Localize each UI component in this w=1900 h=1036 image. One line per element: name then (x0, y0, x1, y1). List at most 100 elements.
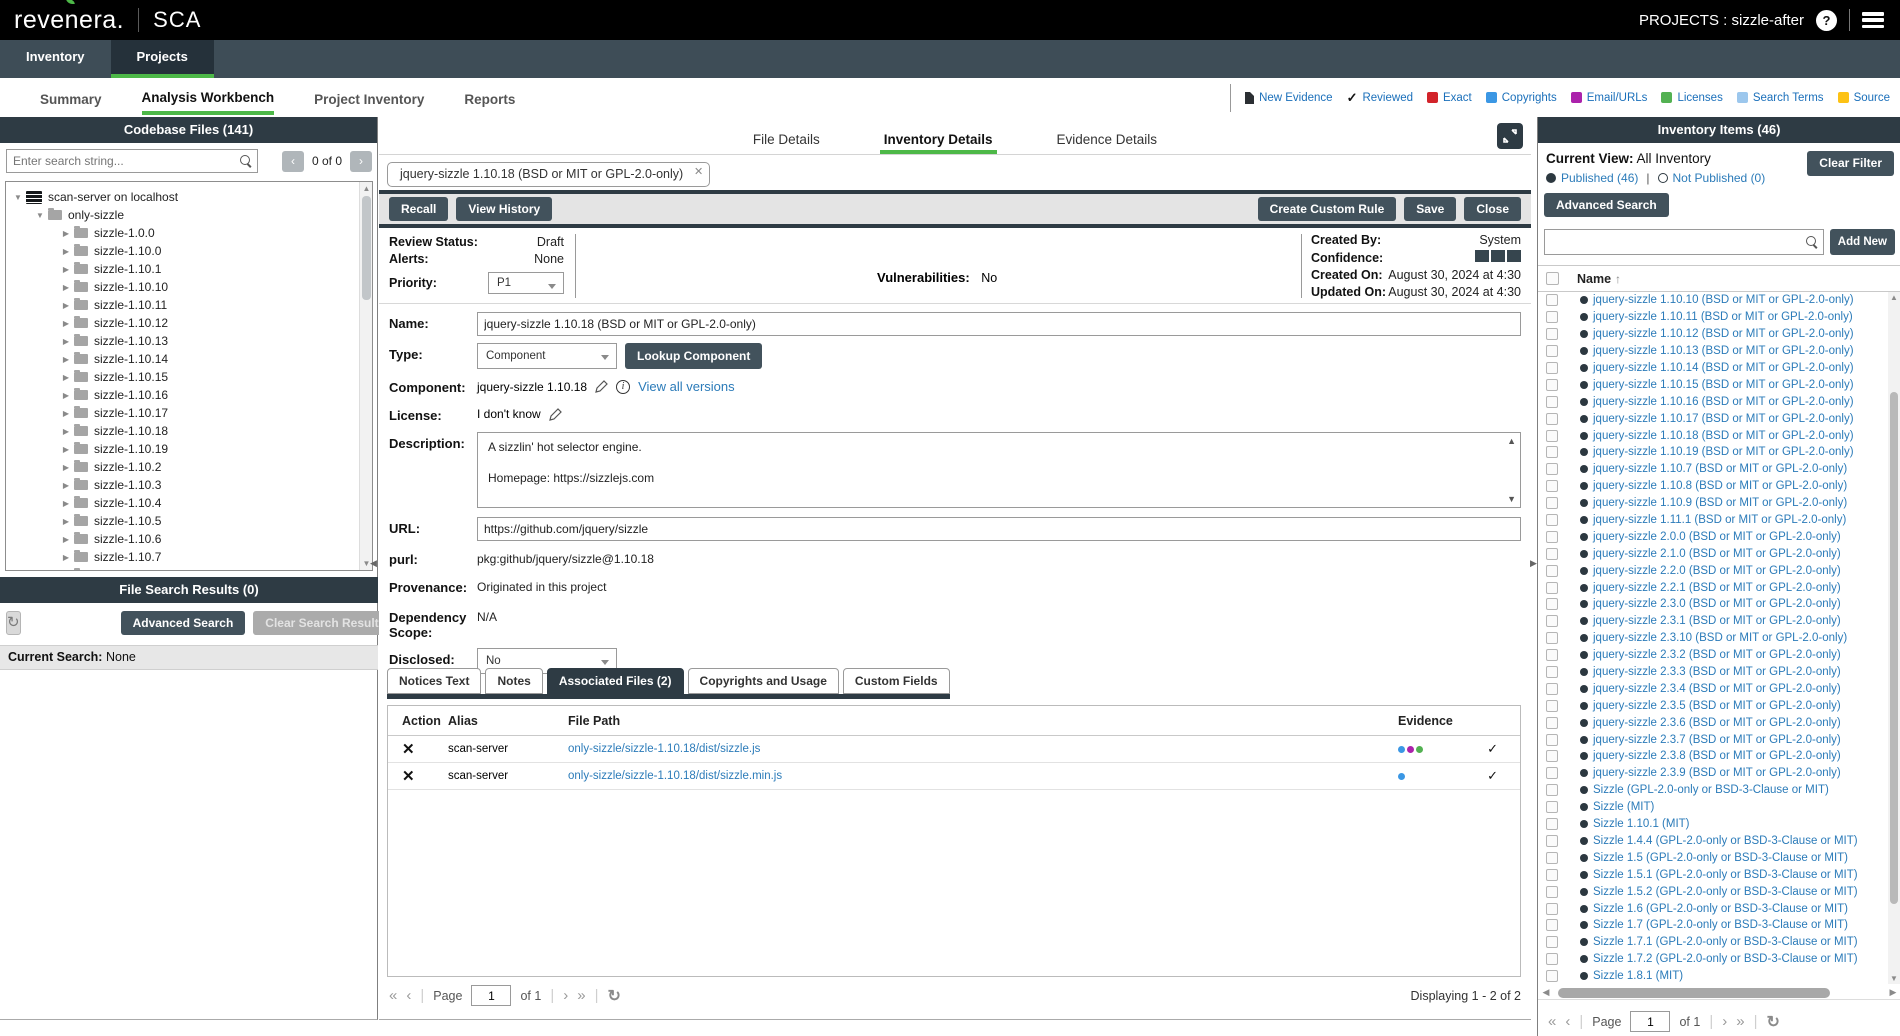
inventory-item-link[interactable]: jquery-sizzle 1.10.11 (BSD or MIT or GPL… (1593, 311, 1853, 323)
tab-project-inventory[interactable]: Project Inventory (314, 83, 424, 113)
scroll-up-icon[interactable]: ▲ (360, 184, 373, 193)
inventory-item-chip[interactable]: jquery-sizzle 1.10.18 (BSD or MIT or GPL… (387, 162, 710, 187)
last-page-icon[interactable]: » (577, 988, 585, 1003)
item-checkbox[interactable] (1546, 362, 1558, 374)
inventory-item-link[interactable]: jquery-sizzle 2.3.0 (BSD or MIT or GPL-2… (1593, 598, 1841, 610)
save-button[interactable]: Save (1404, 197, 1456, 221)
not-published-filter-link[interactable]: Not Published (0) (1673, 171, 1766, 185)
prev-match-button[interactable]: ‹ (282, 151, 304, 172)
select-all-checkbox[interactable] (1546, 272, 1559, 285)
tree-node-folder[interactable]: ▶ sizzle-1.10.14 (12, 350, 370, 368)
expand-arrow-icon[interactable]: ▶ (60, 535, 72, 544)
inventory-item-link[interactable]: Sizzle 1.6 (GPL-2.0-only or BSD-3-Clause… (1593, 903, 1848, 915)
close-button[interactable]: Close (1464, 197, 1521, 221)
item-checkbox[interactable] (1546, 582, 1558, 594)
item-checkbox[interactable] (1546, 497, 1558, 509)
inventory-item-link[interactable]: jquery-sizzle 2.3.10 (BSD or MIT or GPL-… (1593, 632, 1847, 644)
edit-component-icon[interactable] (595, 380, 608, 393)
expand-arrow-icon[interactable]: ▶ (60, 319, 72, 328)
inventory-item-link[interactable]: Sizzle 1.8.1 (MIT) (1593, 970, 1683, 982)
expand-icon[interactable] (1497, 123, 1523, 149)
item-checkbox[interactable] (1546, 531, 1558, 543)
tab-analysis-workbench[interactable]: Analysis Workbench (142, 81, 275, 115)
item-checkbox[interactable] (1546, 311, 1558, 323)
inventory-list-item[interactable]: jquery-sizzle 2.3.9 (BSD or MIT or GPL-2… (1538, 765, 1900, 782)
inventory-list-item[interactable]: jquery-sizzle 2.1.0 (BSD or MIT or GPL-2… (1538, 545, 1900, 562)
view-all-versions-link[interactable]: View all versions (638, 379, 735, 394)
item-checkbox[interactable] (1546, 379, 1558, 391)
item-checkbox[interactable] (1546, 852, 1558, 864)
inventory-item-link[interactable]: Sizzle 1.7 (GPL-2.0-only or BSD-3-Clause… (1593, 919, 1848, 931)
item-checkbox[interactable] (1546, 649, 1558, 661)
clear-filter-button[interactable]: Clear Filter (1807, 151, 1894, 176)
inventory-item-link[interactable]: jquery-sizzle 1.10.15 (BSD or MIT or GPL… (1593, 379, 1854, 391)
item-checkbox[interactable] (1546, 700, 1558, 712)
item-checkbox[interactable] (1546, 345, 1558, 357)
tab-file-details[interactable]: File Details (749, 123, 824, 154)
scrollbar-thumb[interactable] (362, 196, 371, 300)
inventory-item-link[interactable]: jquery-sizzle 1.10.8 (BSD or MIT or GPL-… (1593, 480, 1847, 492)
prev-page-icon[interactable]: ‹ (1565, 1014, 1570, 1029)
inventory-list-item[interactable]: Sizzle 1.5.1 (GPL-2.0-only or BSD-3-Clau… (1538, 866, 1900, 883)
inventory-hscrollbar[interactable]: ◀ ▶ (1538, 986, 1900, 1000)
inventory-item-link[interactable]: jquery-sizzle 1.11.1 (BSD or MIT or GPL-… (1593, 514, 1846, 526)
inventory-list-item[interactable]: Sizzle (MIT) (1538, 799, 1900, 816)
item-checkbox[interactable] (1546, 565, 1558, 577)
item-checkbox[interactable] (1546, 717, 1558, 729)
tree-node-folder[interactable]: ▶ sizzle-1.10.1 (12, 260, 370, 278)
item-checkbox[interactable] (1546, 548, 1558, 560)
expand-arrow-icon[interactable]: ▶ (60, 355, 72, 364)
item-checkbox[interactable] (1546, 835, 1558, 847)
inventory-item-link[interactable]: jquery-sizzle 1.10.16 (BSD or MIT or GPL… (1593, 396, 1854, 408)
inventory-list-item[interactable]: jquery-sizzle 2.3.8 (BSD or MIT or GPL-2… (1538, 748, 1900, 765)
tab-evidence-details[interactable]: Evidence Details (1053, 123, 1162, 154)
close-chip-icon[interactable]: ✕ (694, 165, 703, 178)
scrollbar-thumb[interactable] (1558, 988, 1830, 998)
inventory-item-link[interactable]: jquery-sizzle 2.3.9 (BSD or MIT or GPL-2… (1593, 767, 1841, 779)
item-checkbox[interactable] (1546, 869, 1558, 881)
inventory-list-item[interactable]: Sizzle 1.4.4 (GPL-2.0-only or BSD-3-Clau… (1538, 833, 1900, 850)
inventory-list-item[interactable]: jquery-sizzle 2.3.6 (BSD or MIT or GPL-2… (1538, 714, 1900, 731)
inventory-list-item[interactable]: jquery-sizzle 2.3.0 (BSD or MIT or GPL-2… (1538, 596, 1900, 613)
item-checkbox[interactable] (1546, 666, 1558, 678)
item-checkbox[interactable] (1546, 734, 1558, 746)
tab-associated-files[interactable]: Associated Files (2) (547, 668, 684, 694)
inventory-item-link[interactable]: Sizzle 1.10.1 (MIT) (1593, 818, 1690, 830)
inventory-item-link[interactable]: jquery-sizzle 2.3.4 (BSD or MIT or GPL-2… (1593, 683, 1841, 695)
inventory-item-link[interactable]: Sizzle 1.7.1 (GPL-2.0-only or BSD-3-Clau… (1593, 936, 1858, 948)
expand-arrow-icon[interactable]: ▶ (60, 409, 72, 418)
tree-node-folder[interactable]: ▶ sizzle-1.10.11 (12, 296, 370, 314)
tree-scrollbar[interactable]: ▲ ▼ (359, 182, 372, 570)
inventory-item-link[interactable]: jquery-sizzle 1.10.18 (BSD or MIT or GPL… (1593, 430, 1854, 442)
tree-node-folder[interactable]: ▶ sizzle-1.10.13 (12, 332, 370, 350)
inventory-item-link[interactable]: Sizzle 1.5.1 (GPL-2.0-only or BSD-3-Clau… (1593, 869, 1858, 881)
expand-arrow-icon[interactable]: ▶ (60, 499, 72, 508)
tree-node-folder[interactable]: ▼ only-sizzle (12, 206, 370, 224)
inventory-item-link[interactable]: jquery-sizzle 2.3.7 (BSD or MIT or GPL-2… (1593, 734, 1841, 746)
inventory-item-link[interactable]: jquery-sizzle 1.10.12 (BSD or MIT or GPL… (1593, 328, 1854, 340)
tree-node-folder[interactable]: ▶ sizzle-1.10.3 (12, 476, 370, 494)
expand-arrow-icon[interactable]: ▶ (60, 301, 72, 310)
inventory-item-link[interactable]: jquery-sizzle 1.10.9 (BSD or MIT or GPL-… (1593, 497, 1847, 509)
item-checkbox[interactable] (1546, 767, 1558, 779)
tree-node-folder[interactable]: ▶ sizzle-1.10.2 (12, 458, 370, 476)
inventory-item-link[interactable]: jquery-sizzle 1.10.13 (BSD or MIT or GPL… (1593, 345, 1854, 357)
tree-node-folder[interactable]: ▶ sizzle-1.10.12 (12, 314, 370, 332)
inventory-item-link[interactable]: jquery-sizzle 1.10.10 (BSD or MIT or GPL… (1593, 294, 1854, 306)
item-checkbox[interactable] (1546, 903, 1558, 915)
refresh-icon[interactable]: ↻ (607, 986, 620, 1006)
inventory-list-item[interactable]: jquery-sizzle 2.3.2 (BSD or MIT or GPL-2… (1538, 647, 1900, 664)
expand-arrow-icon[interactable]: ▶ (60, 463, 72, 472)
create-custom-rule-button[interactable]: Create Custom Rule (1258, 197, 1397, 221)
inventory-list-item[interactable]: Sizzle 1.8.1 (MIT) (1538, 968, 1900, 984)
tab-inventory-details[interactable]: Inventory Details (880, 123, 997, 154)
inventory-list-item[interactable]: jquery-sizzle 1.10.10 (BSD or MIT or GPL… (1538, 292, 1900, 309)
next-page-icon[interactable]: › (1722, 1014, 1727, 1029)
inventory-item-link[interactable]: jquery-sizzle 1.10.14 (BSD or MIT or GPL… (1593, 362, 1854, 374)
tree-node-folder[interactable]: ▶ sizzle-1.10.8 (12, 566, 370, 571)
inventory-list-item[interactable]: jquery-sizzle 2.3.7 (BSD or MIT or GPL-2… (1538, 731, 1900, 748)
tree-node-folder[interactable]: ▶ sizzle-1.10.18 (12, 422, 370, 440)
tab-notices-text[interactable]: Notices Text (387, 668, 481, 694)
tree-node-folder[interactable]: ▶ sizzle-1.10.19 (12, 440, 370, 458)
inventory-list-item[interactable]: jquery-sizzle 2.3.4 (BSD or MIT or GPL-2… (1538, 680, 1900, 697)
